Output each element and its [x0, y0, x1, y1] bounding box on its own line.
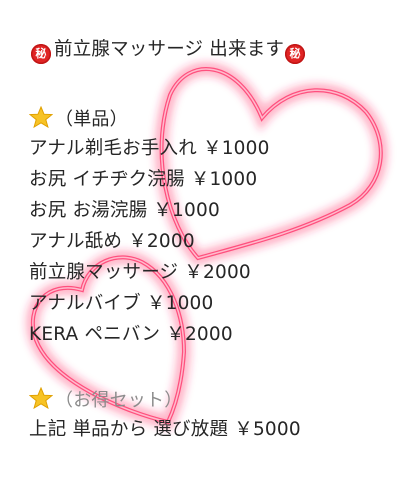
star-icon	[29, 106, 53, 128]
list-item: アナル剃毛お手入れ ￥1000	[29, 138, 270, 159]
list-item: KERA ペニバン ￥2000	[29, 324, 233, 345]
page-title: 秘前立腺マッサージ 出来ます秘	[31, 38, 306, 64]
section-heading-label: （お得セット）	[55, 390, 183, 411]
list-item: アナルバイブ ￥1000	[29, 293, 214, 314]
section-heading-label: （単品）	[55, 109, 128, 130]
section-heading-single: （単品）	[29, 106, 128, 132]
section-heading-set: （お得セット）	[29, 387, 182, 413]
title-text: 前立腺マッサージ 出来ます	[54, 39, 285, 60]
list-item: お尻 お湯浣腸 ￥1000	[29, 200, 220, 221]
star-icon	[29, 387, 53, 409]
secret-seal-icon: 秘	[31, 44, 51, 64]
list-item: お尻 イチヂク浣腸 ￥1000	[29, 169, 258, 190]
secret-seal-icon: 秘	[285, 44, 306, 64]
list-item: 前立腺マッサージ ￥2000	[29, 262, 251, 283]
menu-content: 秘前立腺マッサージ 出来ます秘 （単品） アナル剃毛お手入れ ￥1000 お尻 …	[0, 0, 412, 480]
list-item: 上記 単品から 選び放題 ￥5000	[29, 419, 301, 440]
list-item: アナル舐め ￥2000	[29, 231, 195, 252]
